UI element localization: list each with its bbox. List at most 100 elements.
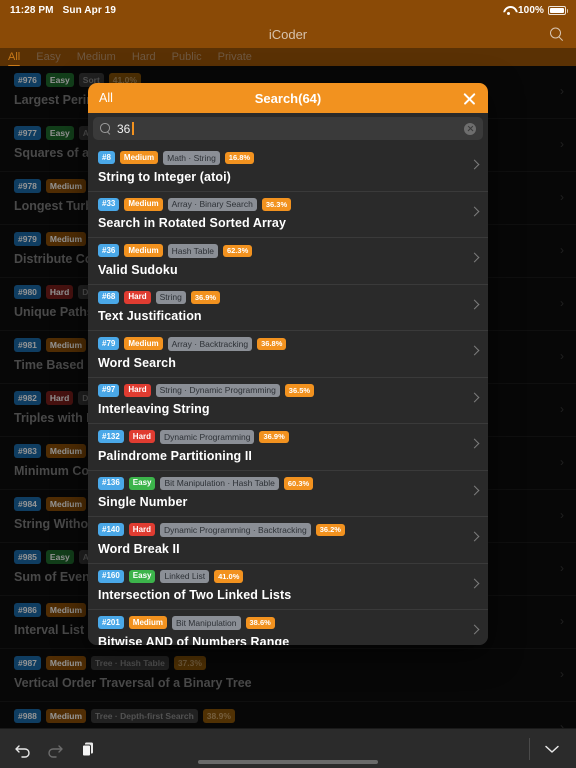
filter-tab-public[interactable]: Public [172, 51, 202, 64]
table-row[interactable]: #988 Medium Tree · Depth-first Search 38.9%… [0, 702, 576, 728]
list-item[interactable]: #136 Easy Bit Manipulation · Hash Table 60.… [88, 471, 488, 517]
undo-icon[interactable] [14, 740, 32, 758]
search-results-list[interactable]: #8 Medium Math · String 16.8% String to Inte… [88, 145, 488, 645]
chevron-down-icon[interactable] [542, 739, 562, 759]
difficulty-badge: Medium [119, 151, 159, 165]
acceptance-badge: 38.9% [202, 709, 235, 723]
list-item[interactable]: #8 Medium Math · String 16.8% String to Inte… [88, 145, 488, 192]
problem-number: #984 [14, 497, 41, 511]
close-icon[interactable] [461, 90, 477, 106]
problem-number: #988 [14, 709, 41, 723]
filter-tab-private[interactable]: Private [218, 51, 252, 64]
chevron-right-icon: › [560, 190, 564, 204]
list-item[interactable]: #68 Hard String 36.9% Text Justification [88, 285, 488, 331]
topic-badge: Linked List [160, 569, 210, 584]
difficulty-badge: Medium [45, 497, 87, 511]
acceptance-badge: 36.5% [284, 384, 315, 397]
status-bar: 11:28 PM Sun Apr 19 100% [0, 0, 576, 20]
status-date: Sun Apr 19 [62, 4, 117, 16]
acceptance-badge: 62.3% [222, 244, 253, 257]
list-item[interactable]: #160 Easy Linked List 41.0% Intersection of … [88, 564, 488, 610]
problem-number: #982 [14, 391, 41, 405]
problem-number: #140 [98, 523, 124, 537]
text-cursor [132, 122, 134, 135]
search-field-container: 36 [88, 113, 488, 145]
difficulty-badge: Medium [45, 656, 87, 670]
difficulty-badge: Medium [124, 197, 163, 211]
filter-tab-all[interactable]: All [8, 51, 21, 67]
scope-filter-button[interactable]: All [99, 91, 113, 105]
problem-number: #983 [14, 444, 41, 458]
wifi-icon [503, 6, 514, 15]
problem-title: String to Integer (atoi) [98, 169, 231, 184]
list-item[interactable]: #36 Medium Hash Table 62.3% Valid Sudoku [88, 238, 488, 285]
filter-tab-hard[interactable]: Hard [132, 51, 156, 64]
chevron-right-icon: › [560, 243, 564, 257]
difficulty-badge: Easy [45, 550, 74, 564]
toolbar-divider [529, 737, 530, 760]
problem-number: #981 [14, 338, 41, 352]
search-modal[interactable]: All Search(64) 36 #8 Medium Math · String 1… [88, 83, 488, 645]
chevron-right-icon: › [560, 349, 564, 363]
topic-badge: Hash Table [167, 244, 218, 258]
app-navbar: iCoder [0, 20, 576, 48]
list-item[interactable]: #79 Medium Array · Backtracking 36.8% Word S… [88, 331, 488, 378]
search-input-value: 36 [117, 121, 131, 136]
topic-badge: String [155, 290, 186, 305]
acceptance-badge: 37.3% [173, 656, 206, 670]
chevron-right-icon: › [560, 84, 564, 98]
problem-number: #160 [98, 569, 124, 583]
difficulty-badge: Medium [45, 179, 87, 193]
problem-number: #79 [98, 337, 120, 351]
page-title: iCoder [268, 26, 308, 42]
problem-number: #985 [14, 550, 41, 564]
acceptance-badge: 36.9% [190, 291, 221, 304]
filter-tab-medium[interactable]: Medium [77, 51, 116, 64]
problem-number: #987 [14, 656, 41, 670]
search-icon [100, 123, 111, 134]
list-item[interactable]: #33 Medium Array · Binary Search 36.3% Searc… [88, 192, 488, 238]
bottom-toolbar[interactable] [0, 728, 576, 768]
filter-tab-bar[interactable]: All Easy Medium Hard Public Private [0, 48, 576, 67]
chevron-right-icon: › [560, 402, 564, 416]
chevron-right-icon: › [560, 720, 564, 728]
chevron-right-icon: › [560, 561, 564, 575]
topic-badge: Dynamic Programming · Backtracking [160, 523, 311, 537]
problem-number: #980 [14, 285, 41, 299]
problem-title: Search in Rotated Sorted Array [98, 216, 287, 231]
list-item[interactable]: #97 Hard String · Dynamic Programming 36.5%… [88, 378, 488, 424]
chevron-right-icon: › [560, 667, 564, 681]
chevron-right-icon: › [560, 296, 564, 310]
list-item[interactable]: #140 Hard Dynamic Programming · Backtracki… [88, 517, 488, 564]
acceptance-badge: 36.3% [261, 198, 292, 211]
search-modal-title: Search(64) [254, 90, 322, 106]
chevron-right-icon: › [560, 614, 564, 628]
problem-title: Vertical Order Traversal of a Binary Tre… [14, 675, 252, 690]
status-time: 11:28 PM [10, 4, 54, 16]
paste-icon[interactable] [78, 739, 98, 759]
difficulty-badge: Medium [128, 616, 168, 630]
problem-title: Palindrome Partitioning II [98, 448, 253, 463]
difficulty-badge: Hard [128, 523, 156, 537]
list-item[interactable]: #201 Medium Bit Manipulation 38.6% Bitwise A… [88, 610, 488, 645]
difficulty-badge: Hard [124, 383, 151, 397]
topic-badge: Dynamic Programming [160, 430, 255, 444]
problem-number: #132 [98, 430, 124, 444]
search-icon[interactable] [549, 27, 564, 42]
search-input[interactable]: 36 [93, 117, 483, 140]
difficulty-badge: Medium [124, 244, 163, 258]
problem-number: #201 [98, 616, 124, 630]
table-row[interactable]: #987 Medium Tree · Hash Table 37.3% Vertical… [0, 649, 576, 702]
filter-tab-easy[interactable]: Easy [36, 51, 60, 64]
difficulty-badge: Easy [45, 73, 74, 87]
problem-number: #68 [98, 290, 120, 304]
difficulty-badge: Medium [45, 338, 87, 352]
problem-number: #136 [98, 476, 124, 490]
clear-search-icon[interactable] [464, 122, 476, 135]
problem-title: Interleaving String [98, 402, 210, 417]
difficulty-badge: Medium [45, 603, 87, 617]
battery-icon [548, 5, 568, 15]
problem-number: #97 [98, 383, 120, 397]
list-item[interactable]: #132 Hard Dynamic Programming 36.9% Palindro… [88, 424, 488, 471]
home-indicator [198, 760, 378, 764]
